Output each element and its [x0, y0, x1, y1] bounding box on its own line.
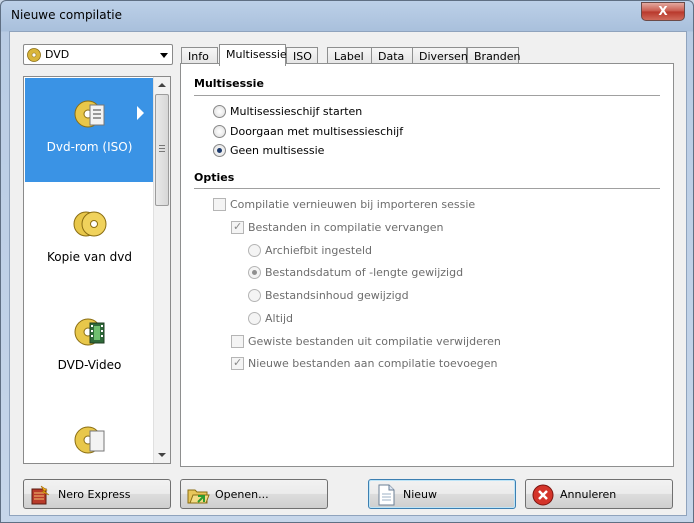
tab-label: Info [188, 50, 209, 63]
radio-button[interactable] [248, 266, 261, 279]
radio-label: Archiefbit ingesteld [265, 244, 372, 257]
new-document-icon [378, 484, 395, 506]
checkbox-label: Compilatie vernieuwen bij importeren ses… [230, 198, 476, 211]
section-title-multisession: Multisessie [194, 77, 264, 90]
compilation-type-select[interactable]: DVD [23, 44, 173, 65]
nero-express-button[interactable]: Nero Express [23, 479, 171, 509]
radio-label: Geen multisessie [230, 144, 325, 157]
radio-button[interactable] [248, 244, 261, 257]
close-icon: X [658, 4, 668, 18]
tab-label: Data [378, 50, 405, 63]
type-item-label: Dvd-rom (ISO) [46, 140, 133, 154]
dvd-copy-icon [73, 211, 107, 237]
divider [194, 95, 660, 96]
checkbox[interactable] [231, 356, 244, 370]
grip-line [159, 151, 165, 152]
dvd-disc-icon [27, 48, 41, 62]
type-item-dvd-rom-iso[interactable]: Dvd-rom (ISO) [25, 78, 154, 182]
open-button[interactable]: Openen... [180, 479, 328, 509]
tab-label: Branden [474, 50, 521, 63]
cancel-button[interactable]: Annuleren [525, 479, 673, 509]
dialog-window: Nieuwe compilatie X DVD Dvd-rom (ISO) Ko… [0, 0, 694, 523]
dialog-body: DVD Dvd-rom (ISO) Kopie van dvd DVD-Vide… [9, 31, 687, 516]
type-list-scrollbar[interactable] [153, 77, 170, 463]
tab-label: Multisessie [226, 48, 287, 61]
title-bar[interactable]: Nieuwe compilatie X [1, 1, 693, 31]
grip-line [159, 148, 165, 149]
radio-label: Bestandsdatum of -lengte gewijzigd [265, 266, 464, 279]
radio-label: Bestandsinhoud gewijzigd [265, 289, 409, 302]
compilation-type-list[interactable]: Dvd-rom (ISO) Kopie van dvd DVD-Video [23, 76, 171, 464]
tab-label: Diversen [419, 50, 468, 63]
radio-button[interactable] [213, 144, 226, 157]
radio-button[interactable] [248, 289, 261, 302]
compilation-type-value: DVD [45, 48, 70, 61]
radio-label: Multisessieschijf starten [230, 105, 363, 118]
type-item-dvd-copy[interactable]: Kopie van dvd [25, 188, 154, 292]
scrollbar-thumb[interactable] [155, 94, 169, 206]
type-item-dvd-other[interactable] [25, 404, 154, 463]
checkbox-label: Gewiste bestanden uit compilatie verwijd… [248, 335, 501, 348]
radio-button[interactable] [213, 105, 226, 118]
checkbox-label: Nieuwe bestanden aan compilatie toevoege… [248, 357, 498, 370]
nero-express-icon [31, 485, 50, 505]
chevron-down-icon [160, 53, 168, 58]
radio-label: Altijd [265, 312, 293, 325]
cancel-icon [532, 484, 554, 506]
checkbox-label: Bestanden in compilatie vervangen [248, 221, 444, 234]
radio-button[interactable] [248, 312, 261, 325]
type-item-label: DVD-Video [57, 358, 122, 372]
dvd-disc-icon [74, 426, 105, 454]
button-label: Annuleren [560, 488, 617, 501]
scroll-up-icon[interactable] [158, 83, 166, 87]
open-folder-icon [187, 489, 210, 504]
new-button[interactable]: Nieuw [368, 479, 516, 509]
window-title: Nieuwe compilatie [11, 8, 122, 22]
section-title-options: Opties [194, 171, 235, 184]
scroll-down-icon[interactable] [158, 453, 166, 457]
tab-label: Label [334, 50, 364, 63]
dvd-video-icon [74, 318, 105, 346]
chevron-right-icon [137, 106, 144, 120]
tab-multisessie[interactable]: Multisessie [219, 44, 287, 66]
radio-label: Doorgaan met multisessieschijf [230, 125, 404, 138]
grip-line [159, 145, 165, 146]
button-label: Openen... [215, 488, 269, 501]
tab-label: ISO [293, 50, 312, 63]
multisession-panel: Multisessie Multisessieschijf starten Do… [180, 63, 674, 467]
dvd-rom-iso-icon [74, 100, 105, 128]
checkbox[interactable] [213, 198, 226, 211]
radio-button[interactable] [213, 125, 226, 138]
type-item-dvd-video[interactable]: DVD-Video [25, 296, 154, 400]
type-item-label: Kopie van dvd [47, 250, 132, 264]
close-button[interactable]: X [641, 2, 685, 21]
checkbox[interactable] [231, 335, 244, 348]
checkbox[interactable] [231, 220, 244, 234]
button-label: Nieuw [403, 488, 438, 501]
divider [194, 188, 660, 189]
button-label: Nero Express [58, 488, 131, 501]
